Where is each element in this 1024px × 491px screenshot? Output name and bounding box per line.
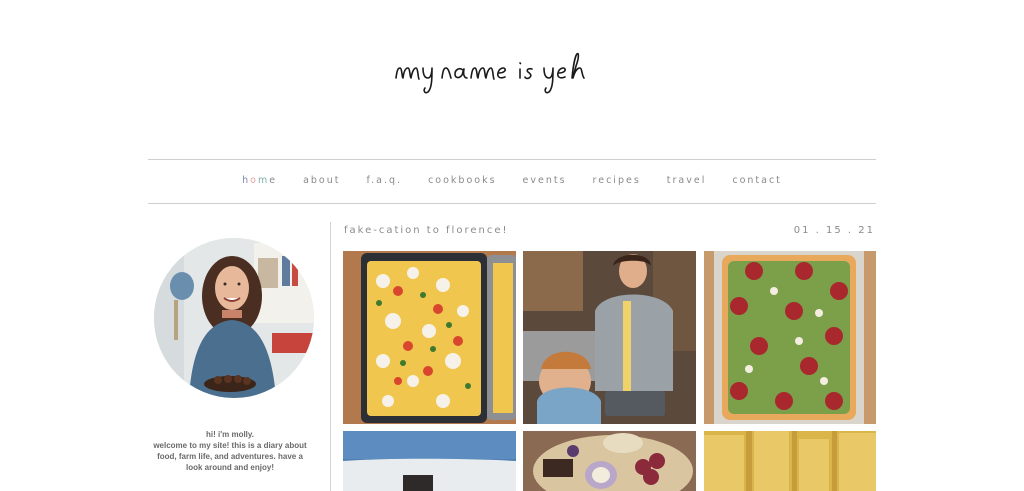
nav-faq[interactable]: f.a.q. xyxy=(366,175,402,189)
bio-line: look around and enjoy! xyxy=(185,463,274,472)
post-photo-snowy-field[interactable] xyxy=(343,431,516,491)
main-navigation: home about f.a.q. cookbooks events recip… xyxy=(148,175,876,189)
logo-wordmark xyxy=(395,52,585,94)
nav-about[interactable]: about xyxy=(303,175,340,189)
nav-home-letter: m xyxy=(257,175,270,186)
bio-line: welcome to my site! this is a diary abou… xyxy=(153,441,307,450)
nav-cookbooks[interactable]: cookbooks xyxy=(428,175,496,189)
nav-home-letter: o xyxy=(250,175,258,186)
nav-bottom-divider xyxy=(148,203,876,204)
snowy-field-image xyxy=(343,431,516,491)
pepperoni-pizza-image xyxy=(704,251,876,424)
avatar[interactable] xyxy=(154,238,314,398)
nav-home-letter: h xyxy=(242,175,251,186)
avatar-photo xyxy=(154,238,314,398)
post-photo-pasta-making[interactable] xyxy=(523,251,696,424)
site-logo[interactable] xyxy=(0,48,1024,98)
bio-line: hi! i'm molly. xyxy=(206,430,254,439)
post-photo-pepperoni-pizza[interactable] xyxy=(704,251,876,424)
post-date: 01 . 15 . 21 xyxy=(793,225,875,236)
pasta-making-image xyxy=(523,251,696,424)
cheese-board-image xyxy=(523,431,696,491)
post-photo-fresh-pasta[interactable] xyxy=(704,431,876,491)
sidebar-bio: hi! i'm molly. welcome to my site! this … xyxy=(148,429,312,473)
nav-travel[interactable]: travel xyxy=(667,175,707,189)
nav-home-letter: e xyxy=(269,175,278,186)
fresh-pasta-image xyxy=(704,431,876,491)
nav-home-label: home xyxy=(242,175,277,186)
post-photo-pizza-trays[interactable] xyxy=(343,251,516,424)
post-title-link[interactable]: fake-cation to florence! xyxy=(344,225,508,236)
nav-contact[interactable]: contact xyxy=(732,175,782,189)
nav-top-divider xyxy=(148,159,876,160)
nav-events[interactable]: events xyxy=(523,175,567,189)
post-photo-cheese-board[interactable] xyxy=(523,431,696,491)
pizza-trays-image xyxy=(343,251,516,424)
nav-home[interactable]: home xyxy=(242,175,277,189)
sidebar-divider xyxy=(330,222,331,491)
bio-line: food, farm life, and adventures. have a xyxy=(157,452,303,461)
nav-recipes[interactable]: recipes xyxy=(593,175,641,189)
